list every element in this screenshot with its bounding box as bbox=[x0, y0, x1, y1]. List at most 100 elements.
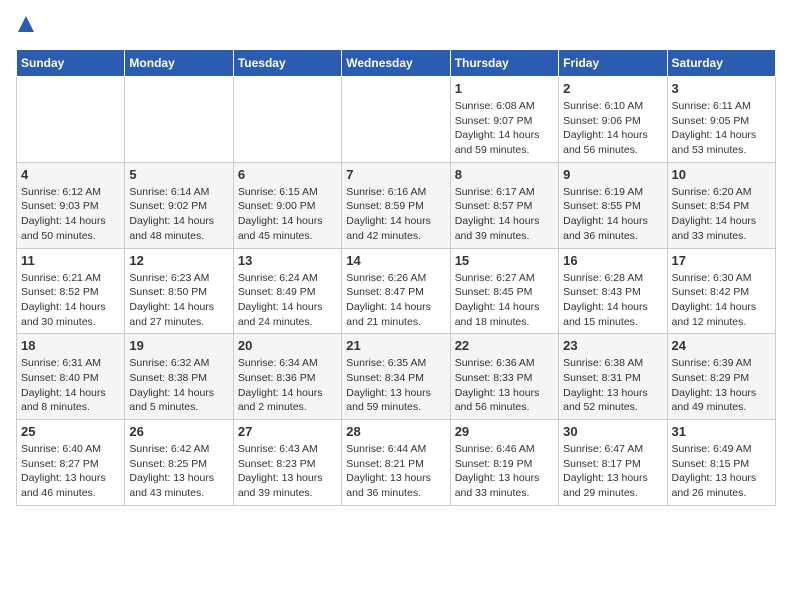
calendar-cell: 21 Sunrise: 6:35 AM Sunset: 8:34 PM Dayli… bbox=[342, 334, 450, 420]
day-info: Sunrise: 6:32 AM Sunset: 8:38 PM Dayligh… bbox=[129, 356, 228, 415]
day-number: 25 bbox=[21, 424, 120, 439]
day-number: 8 bbox=[455, 167, 554, 182]
calendar-cell: 8 Sunrise: 6:17 AM Sunset: 8:57 PM Daylig… bbox=[450, 162, 558, 248]
calendar-cell: 6Sunrise: 6:15 AM Sunset: 9:00 PM Daylig… bbox=[233, 162, 341, 248]
calendar-cell: 1 Sunrise: 6:08 AM Sunset: 9:07 PM Daylig… bbox=[450, 77, 558, 163]
day-info: Sunrise: 6:47 AM Sunset: 8:17 PM Dayligh… bbox=[563, 442, 662, 501]
calendar-cell: 12 Sunrise: 6:23 AM Sunset: 8:50 PM Dayli… bbox=[125, 248, 233, 334]
day-info: Sunrise: 6:21 AM Sunset: 8:52 PM Dayligh… bbox=[21, 271, 120, 330]
day-header-saturday: Saturday bbox=[667, 50, 775, 77]
day-number: 19 bbox=[129, 338, 228, 353]
day-info: Sunrise: 6:42 AM Sunset: 8:25 PM Dayligh… bbox=[129, 442, 228, 501]
calendar-cell: 23Sunrise: 6:38 AM Sunset: 8:31 PM Dayli… bbox=[559, 334, 667, 420]
calendar-cell: 25 Sunrise: 6:40 AM Sunset: 8:27 PM Dayli… bbox=[17, 420, 125, 506]
calendar-cell: 3 Sunrise: 6:11 AM Sunset: 9:05 PM Daylig… bbox=[667, 77, 775, 163]
day-number: 13 bbox=[238, 253, 337, 268]
calendar-cell: 5 Sunrise: 6:14 AM Sunset: 9:02 PM Daylig… bbox=[125, 162, 233, 248]
calendar-cell: 28 Sunrise: 6:44 AM Sunset: 8:21 PM Dayli… bbox=[342, 420, 450, 506]
day-number: 24 bbox=[672, 338, 771, 353]
day-header-thursday: Thursday bbox=[450, 50, 558, 77]
day-info: Sunrise: 6:20 AM Sunset: 8:54 PM Dayligh… bbox=[672, 185, 771, 244]
calendar-cell: 24 Sunrise: 6:39 AM Sunset: 8:29 PM Dayli… bbox=[667, 334, 775, 420]
day-info: Sunrise: 6:16 AM Sunset: 8:59 PM Dayligh… bbox=[346, 185, 445, 244]
day-info: Sunrise: 6:11 AM Sunset: 9:05 PM Dayligh… bbox=[672, 99, 771, 158]
calendar-cell: 4 Sunrise: 6:12 AM Sunset: 9:03 PM Daylig… bbox=[17, 162, 125, 248]
calendar-body: 1 Sunrise: 6:08 AM Sunset: 9:07 PM Daylig… bbox=[17, 77, 776, 506]
calendar-cell: 11 Sunrise: 6:21 AM Sunset: 8:52 PM Dayli… bbox=[17, 248, 125, 334]
day-info: Sunrise: 6:10 AM Sunset: 9:06 PM Dayligh… bbox=[563, 99, 662, 158]
day-info: Sunrise: 6:46 AM Sunset: 8:19 PM Dayligh… bbox=[455, 442, 554, 501]
day-number: 3 bbox=[672, 81, 771, 96]
day-number: 1 bbox=[455, 81, 554, 96]
calendar-cell bbox=[17, 77, 125, 163]
day-info: Sunrise: 6:44 AM Sunset: 8:21 PM Dayligh… bbox=[346, 442, 445, 501]
day-number: 21 bbox=[346, 338, 445, 353]
day-number: 28 bbox=[346, 424, 445, 439]
calendar-cell: 16 Sunrise: 6:28 AM Sunset: 8:43 PM Dayli… bbox=[559, 248, 667, 334]
page-header bbox=[16, 16, 776, 37]
calendar-cell bbox=[125, 77, 233, 163]
day-info: Sunrise: 6:24 AM Sunset: 8:49 PM Dayligh… bbox=[238, 271, 337, 330]
day-number: 2 bbox=[563, 81, 662, 96]
day-number: 9 bbox=[563, 167, 662, 182]
calendar-cell: 26 Sunrise: 6:42 AM Sunset: 8:25 PM Dayli… bbox=[125, 420, 233, 506]
day-number: 17 bbox=[672, 253, 771, 268]
calendar-cell: 19 Sunrise: 6:32 AM Sunset: 8:38 PM Dayli… bbox=[125, 334, 233, 420]
day-number: 26 bbox=[129, 424, 228, 439]
day-number: 15 bbox=[455, 253, 554, 268]
day-number: 4 bbox=[21, 167, 120, 182]
calendar-cell: 2 Sunrise: 6:10 AM Sunset: 9:06 PM Daylig… bbox=[559, 77, 667, 163]
calendar-cell bbox=[342, 77, 450, 163]
day-info: Sunrise: 6:43 AM Sunset: 8:23 PM Dayligh… bbox=[238, 442, 337, 501]
day-header-tuesday: Tuesday bbox=[233, 50, 341, 77]
day-info: Sunrise: 6:17 AM Sunset: 8:57 PM Dayligh… bbox=[455, 185, 554, 244]
day-number: 23 bbox=[563, 338, 662, 353]
calendar-week-4: 18Sunrise: 6:31 AM Sunset: 8:40 PM Dayli… bbox=[17, 334, 776, 420]
day-info: Sunrise: 6:08 AM Sunset: 9:07 PM Dayligh… bbox=[455, 99, 554, 158]
calendar-cell: 31Sunrise: 6:49 AM Sunset: 8:15 PM Dayli… bbox=[667, 420, 775, 506]
calendar-cell: 15 Sunrise: 6:27 AM Sunset: 8:45 PM Dayli… bbox=[450, 248, 558, 334]
day-number: 7 bbox=[346, 167, 445, 182]
day-info: Sunrise: 6:23 AM Sunset: 8:50 PM Dayligh… bbox=[129, 271, 228, 330]
day-header-sunday: Sunday bbox=[17, 50, 125, 77]
calendar-week-5: 25 Sunrise: 6:40 AM Sunset: 8:27 PM Dayli… bbox=[17, 420, 776, 506]
day-info: Sunrise: 6:49 AM Sunset: 8:15 PM Dayligh… bbox=[672, 442, 771, 501]
calendar-table: SundayMondayTuesdayWednesdayThursdayFrid… bbox=[16, 49, 776, 506]
calendar-cell: 10Sunrise: 6:20 AM Sunset: 8:54 PM Dayli… bbox=[667, 162, 775, 248]
calendar-cell: 7 Sunrise: 6:16 AM Sunset: 8:59 PM Daylig… bbox=[342, 162, 450, 248]
day-number: 18 bbox=[21, 338, 120, 353]
day-number: 5 bbox=[129, 167, 228, 182]
day-info: Sunrise: 6:30 AM Sunset: 8:42 PM Dayligh… bbox=[672, 271, 771, 330]
day-number: 22 bbox=[455, 338, 554, 353]
day-info: Sunrise: 6:40 AM Sunset: 8:27 PM Dayligh… bbox=[21, 442, 120, 501]
day-info: Sunrise: 6:19 AM Sunset: 8:55 PM Dayligh… bbox=[563, 185, 662, 244]
day-number: 16 bbox=[563, 253, 662, 268]
day-info: Sunrise: 6:27 AM Sunset: 8:45 PM Dayligh… bbox=[455, 271, 554, 330]
calendar-cell: 13 Sunrise: 6:24 AM Sunset: 8:49 PM Dayli… bbox=[233, 248, 341, 334]
calendar-cell: 9 Sunrise: 6:19 AM Sunset: 8:55 PM Daylig… bbox=[559, 162, 667, 248]
day-header-friday: Friday bbox=[559, 50, 667, 77]
calendar-week-3: 11 Sunrise: 6:21 AM Sunset: 8:52 PM Dayli… bbox=[17, 248, 776, 334]
calendar-cell: 22 Sunrise: 6:36 AM Sunset: 8:33 PM Dayli… bbox=[450, 334, 558, 420]
day-info: Sunrise: 6:34 AM Sunset: 8:36 PM Dayligh… bbox=[238, 356, 337, 415]
day-info: Sunrise: 6:36 AM Sunset: 8:33 PM Dayligh… bbox=[455, 356, 554, 415]
day-number: 11 bbox=[21, 253, 120, 268]
logo-icon bbox=[18, 16, 34, 37]
day-number: 30 bbox=[563, 424, 662, 439]
day-number: 20 bbox=[238, 338, 337, 353]
day-info: Sunrise: 6:35 AM Sunset: 8:34 PM Dayligh… bbox=[346, 356, 445, 415]
day-number: 12 bbox=[129, 253, 228, 268]
day-number: 14 bbox=[346, 253, 445, 268]
day-info: Sunrise: 6:15 AM Sunset: 9:00 PM Dayligh… bbox=[238, 185, 337, 244]
calendar-week-2: 4 Sunrise: 6:12 AM Sunset: 9:03 PM Daylig… bbox=[17, 162, 776, 248]
day-info: Sunrise: 6:28 AM Sunset: 8:43 PM Dayligh… bbox=[563, 271, 662, 330]
calendar-cell: 17 Sunrise: 6:30 AM Sunset: 8:42 PM Dayli… bbox=[667, 248, 775, 334]
day-header-monday: Monday bbox=[125, 50, 233, 77]
day-info: Sunrise: 6:12 AM Sunset: 9:03 PM Dayligh… bbox=[21, 185, 120, 244]
day-number: 29 bbox=[455, 424, 554, 439]
calendar-cell: 30 Sunrise: 6:47 AM Sunset: 8:17 PM Dayli… bbox=[559, 420, 667, 506]
day-info: Sunrise: 6:14 AM Sunset: 9:02 PM Dayligh… bbox=[129, 185, 228, 244]
day-header-wednesday: Wednesday bbox=[342, 50, 450, 77]
calendar-cell: 20 Sunrise: 6:34 AM Sunset: 8:36 PM Dayli… bbox=[233, 334, 341, 420]
day-info: Sunrise: 6:39 AM Sunset: 8:29 PM Dayligh… bbox=[672, 356, 771, 415]
